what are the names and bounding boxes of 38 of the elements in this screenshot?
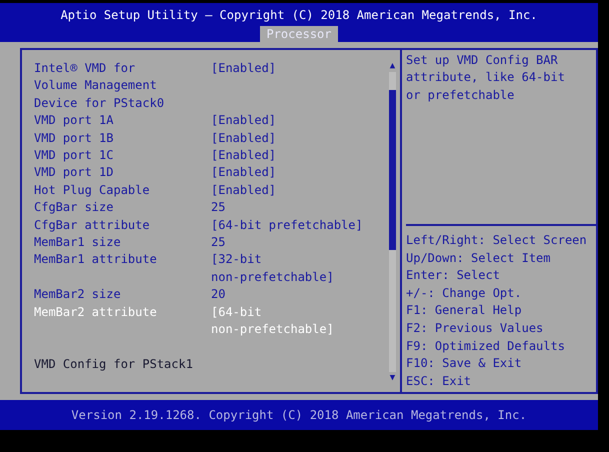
window-title: Aptio Setup Utility – Copyright (C) 2018 American Megatrends, Inc.: [60, 7, 538, 24]
setting-value[interactable]: [Enabled]: [211, 147, 276, 164]
setting-label[interactable]: CfgBar size: [34, 199, 211, 217]
setting-label[interactable]: Intel® VMD for Volume Management Device for PStack0: [34, 60, 211, 112]
setting-value[interactable]: [64-bit prefetchable]: [211, 216, 363, 234]
section-heading: VMD Config for PStack1: [34, 356, 194, 373]
scrollbar-thumb[interactable]: [389, 90, 396, 250]
setting-label[interactable]: Hot Plug Capable: [34, 182, 211, 200]
key-hint: F10: Save & Exit: [406, 355, 523, 372]
setting-value[interactable]: 25: [211, 234, 226, 252]
setting-label[interactable]: VMD port 1C: [34, 147, 211, 164]
version-text: Version 2.19.1268. Copyright (C) 2018 American Megatrends, Inc.: [71, 408, 527, 422]
setting-label[interactable]: MemBar2 size: [34, 286, 211, 304]
key-hint: F2: Previous Values: [406, 320, 544, 337]
key-hint: +/-: Change Opt.: [406, 284, 523, 302]
setting-value[interactable]: [Enabled]: [211, 182, 276, 200]
setting-value[interactable]: [Enabled]: [211, 164, 276, 182]
key-hint: F1: General Help: [406, 302, 523, 320]
setting-label[interactable]: MemBar1 attribute: [34, 251, 211, 286]
key-hint: Left/Right: Select Screen: [406, 232, 588, 249]
setting-value[interactable]: 25: [211, 199, 226, 217]
setting-label[interactable]: VMD port 1B: [34, 130, 211, 148]
setting-value[interactable]: [32-bit non-prefetchable]: [211, 251, 334, 286]
key-hint: Enter: Select: [406, 267, 501, 284]
setting-label[interactable]: VMD port 1A: [34, 112, 211, 130]
setting-label[interactable]: MemBar1 size: [34, 234, 211, 252]
setting-label[interactable]: VMD port 1D: [34, 164, 211, 182]
setting-value[interactable]: 20: [211, 286, 226, 304]
scroll-down-arrow[interactable]: ▼: [390, 372, 396, 384]
key-hint: Up/Down: Select Item: [406, 250, 552, 267]
help-text: Set up VMD Config BAR attribute, like 64-bit or prefetchable: [406, 50, 596, 226]
setting-value[interactable]: [Enabled]: [211, 130, 276, 148]
setting-value[interactable]: [Enabled]: [211, 112, 276, 130]
setting-label[interactable]: CfgBar attribute: [34, 216, 211, 234]
scroll-up-arrow[interactable]: ▲: [390, 60, 396, 72]
key-hint: F9: Optimized Defaults: [406, 338, 566, 355]
key-hint: ESC: Exit: [406, 372, 472, 390]
setting-value[interactable]: [Enabled]: [211, 60, 276, 112]
